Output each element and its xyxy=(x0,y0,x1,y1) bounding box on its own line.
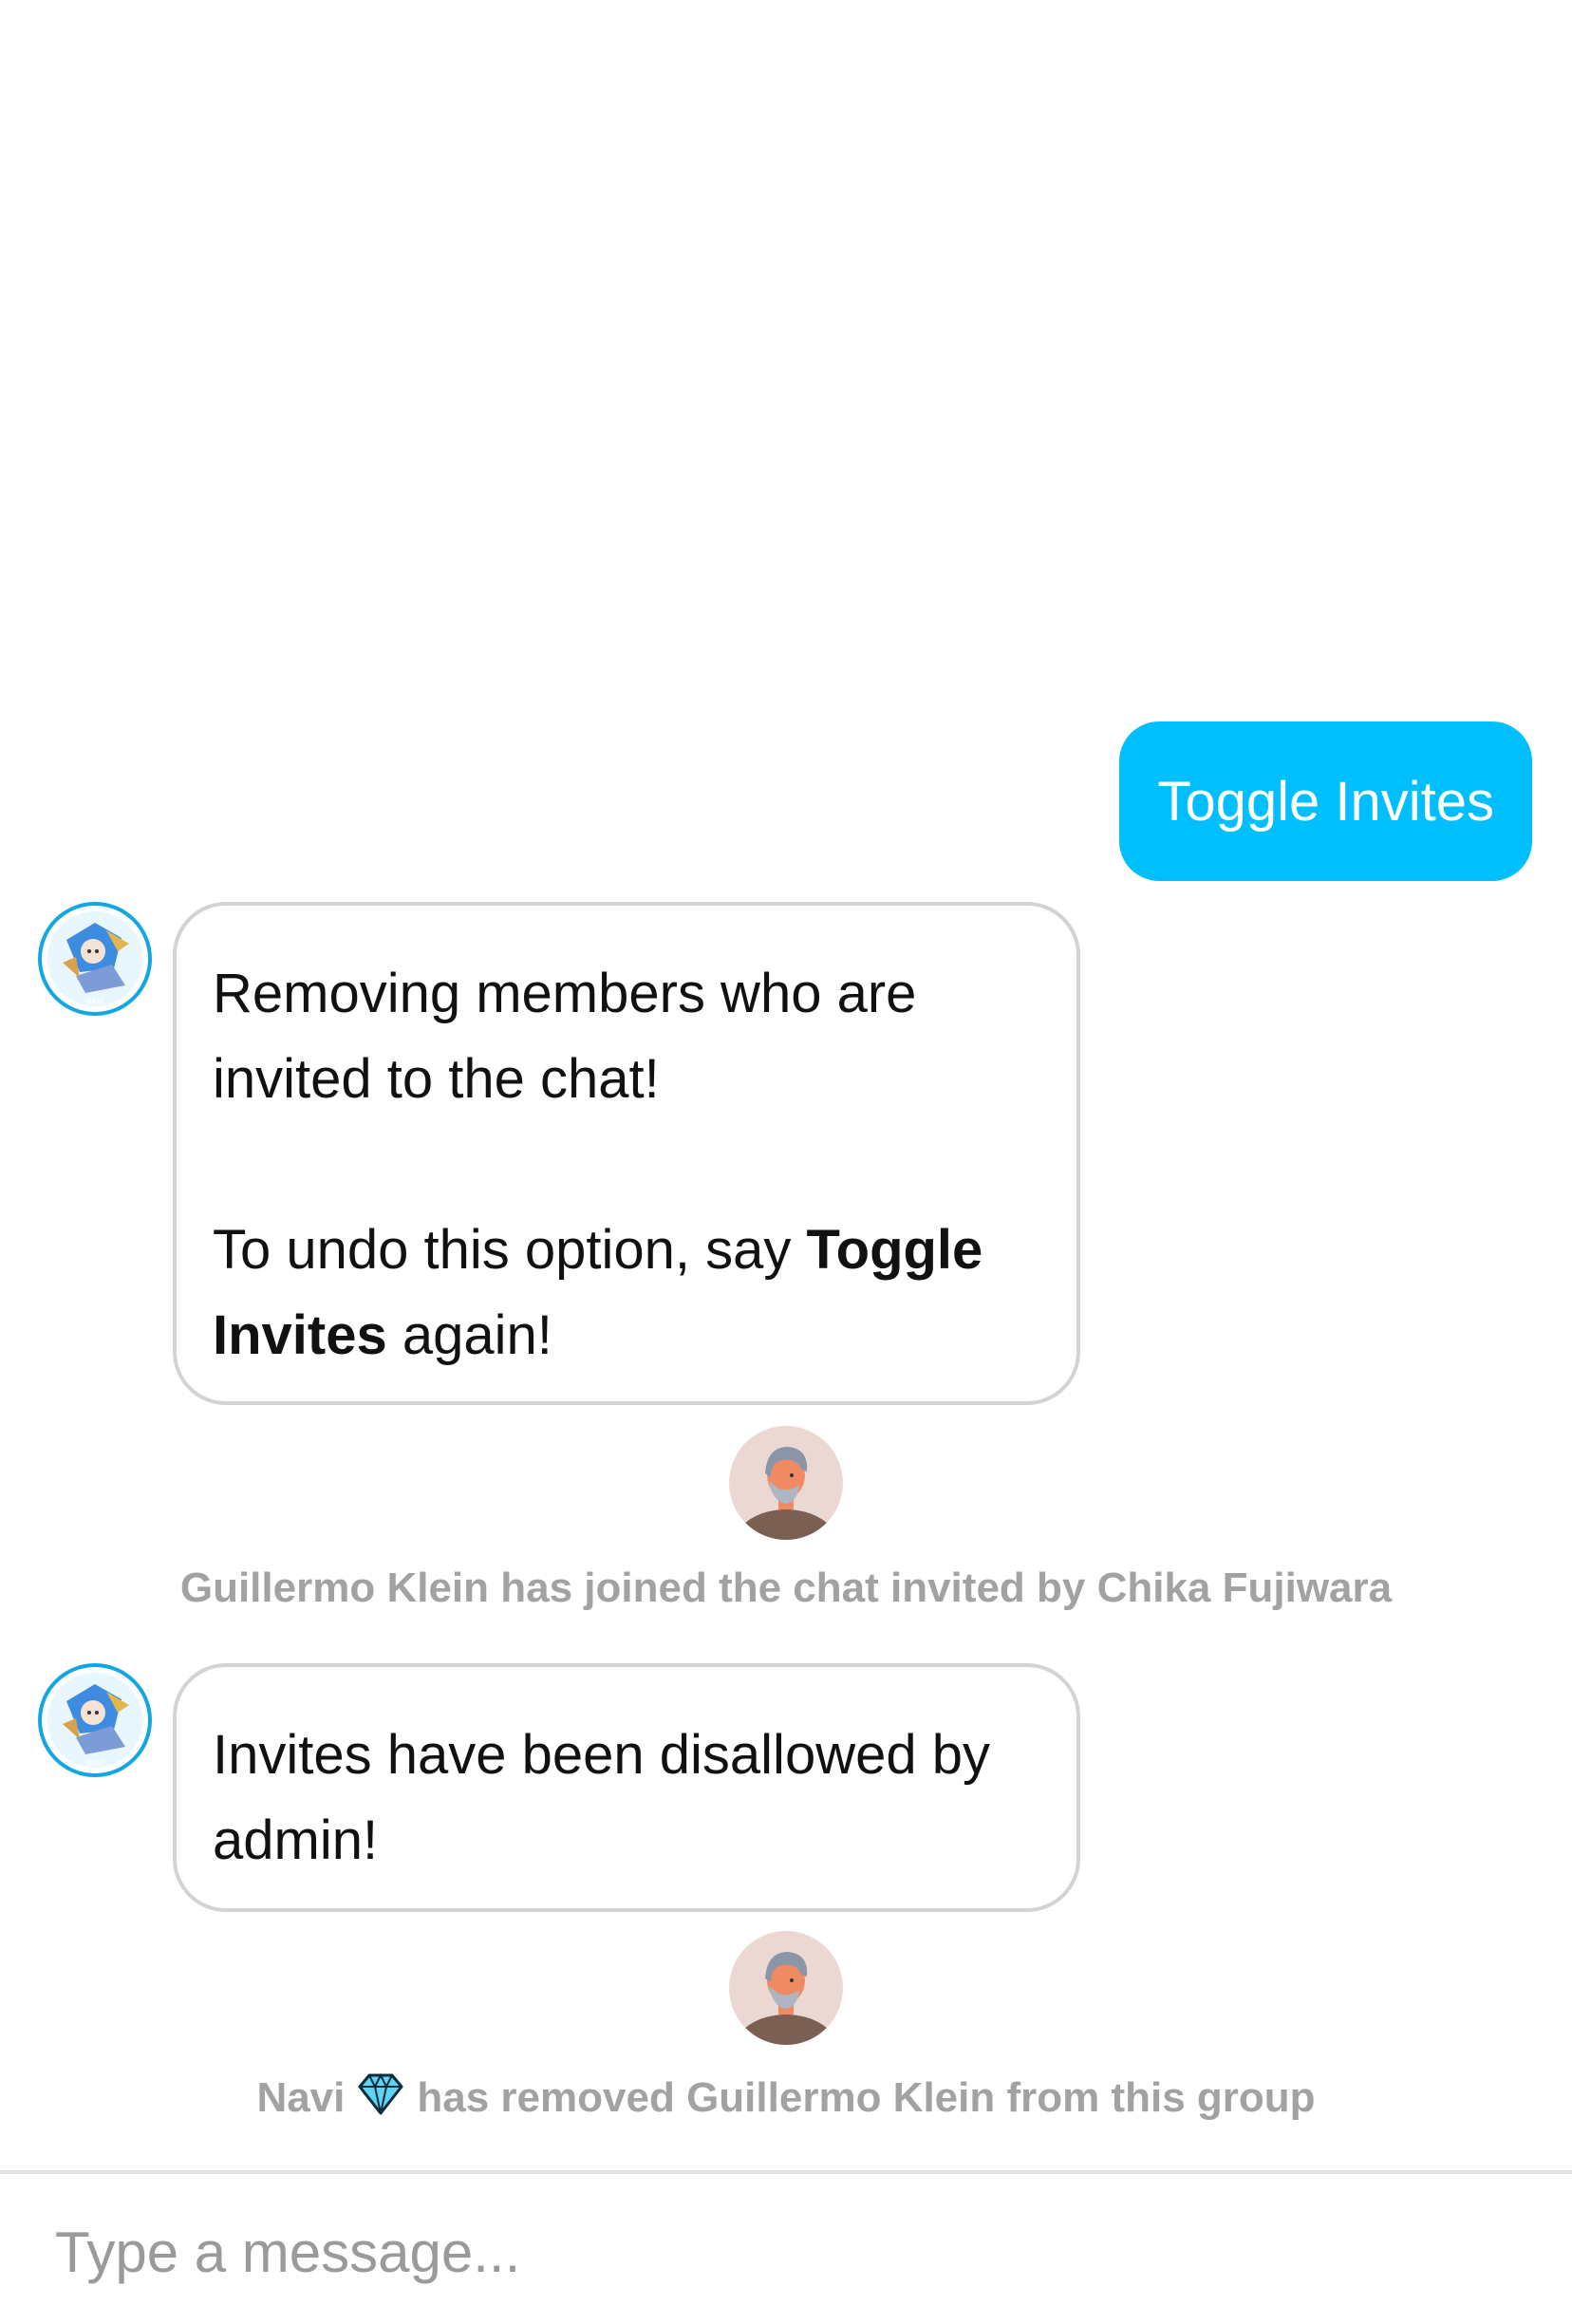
system-message: Guillermo Klein has joined the chat invi… xyxy=(0,1565,1572,1612)
bot-avatar[interactable]: NAVI xyxy=(38,1663,152,1777)
bot-avatar-image: NAVI xyxy=(42,906,148,1012)
chat-message-list[interactable]: Toggle Invites NAVI Removing members who… xyxy=(0,0,1572,2170)
message-composer xyxy=(0,2170,1572,2324)
system-message: Navi has removed Guillermo Klein from thi… xyxy=(0,2071,1572,2127)
user-avatar-image xyxy=(735,1447,837,1540)
outgoing-message-bubble[interactable]: Toggle Invites xyxy=(1119,722,1532,881)
message-input[interactable] xyxy=(55,2212,1517,2292)
bot-avatar-label: NAVI xyxy=(86,998,104,1006)
incoming-message-bubble[interactable]: Removing members who are invited to the … xyxy=(173,902,1080,1405)
outgoing-message-text: Toggle Invites xyxy=(1157,770,1494,833)
message-text: Invites have been disallowed by admin! xyxy=(213,1724,990,1871)
bot-avatar-label: NAVI xyxy=(86,1759,104,1768)
user-avatar[interactable] xyxy=(729,1931,843,2045)
user-avatar[interactable] xyxy=(729,1426,843,1540)
bot-avatar[interactable]: NAVI xyxy=(38,902,152,1016)
message-text: To undo this option, say Toggle Invites … xyxy=(213,1219,983,1366)
system-message-text: has removed Guillermo Klein from this gr… xyxy=(417,2074,1316,2121)
system-message-actor: Navi xyxy=(256,2074,346,2121)
message-text: Removing members who are invited to the … xyxy=(213,963,917,1110)
user-avatar-image xyxy=(735,1952,837,2045)
incoming-message-bubble[interactable]: Invites have been disallowed by admin! xyxy=(173,1663,1080,1912)
gem-icon xyxy=(356,2071,405,2127)
system-message-text: Guillermo Klein has joined the chat invi… xyxy=(179,1565,1393,1611)
bot-avatar-image: NAVI xyxy=(42,1667,148,1773)
